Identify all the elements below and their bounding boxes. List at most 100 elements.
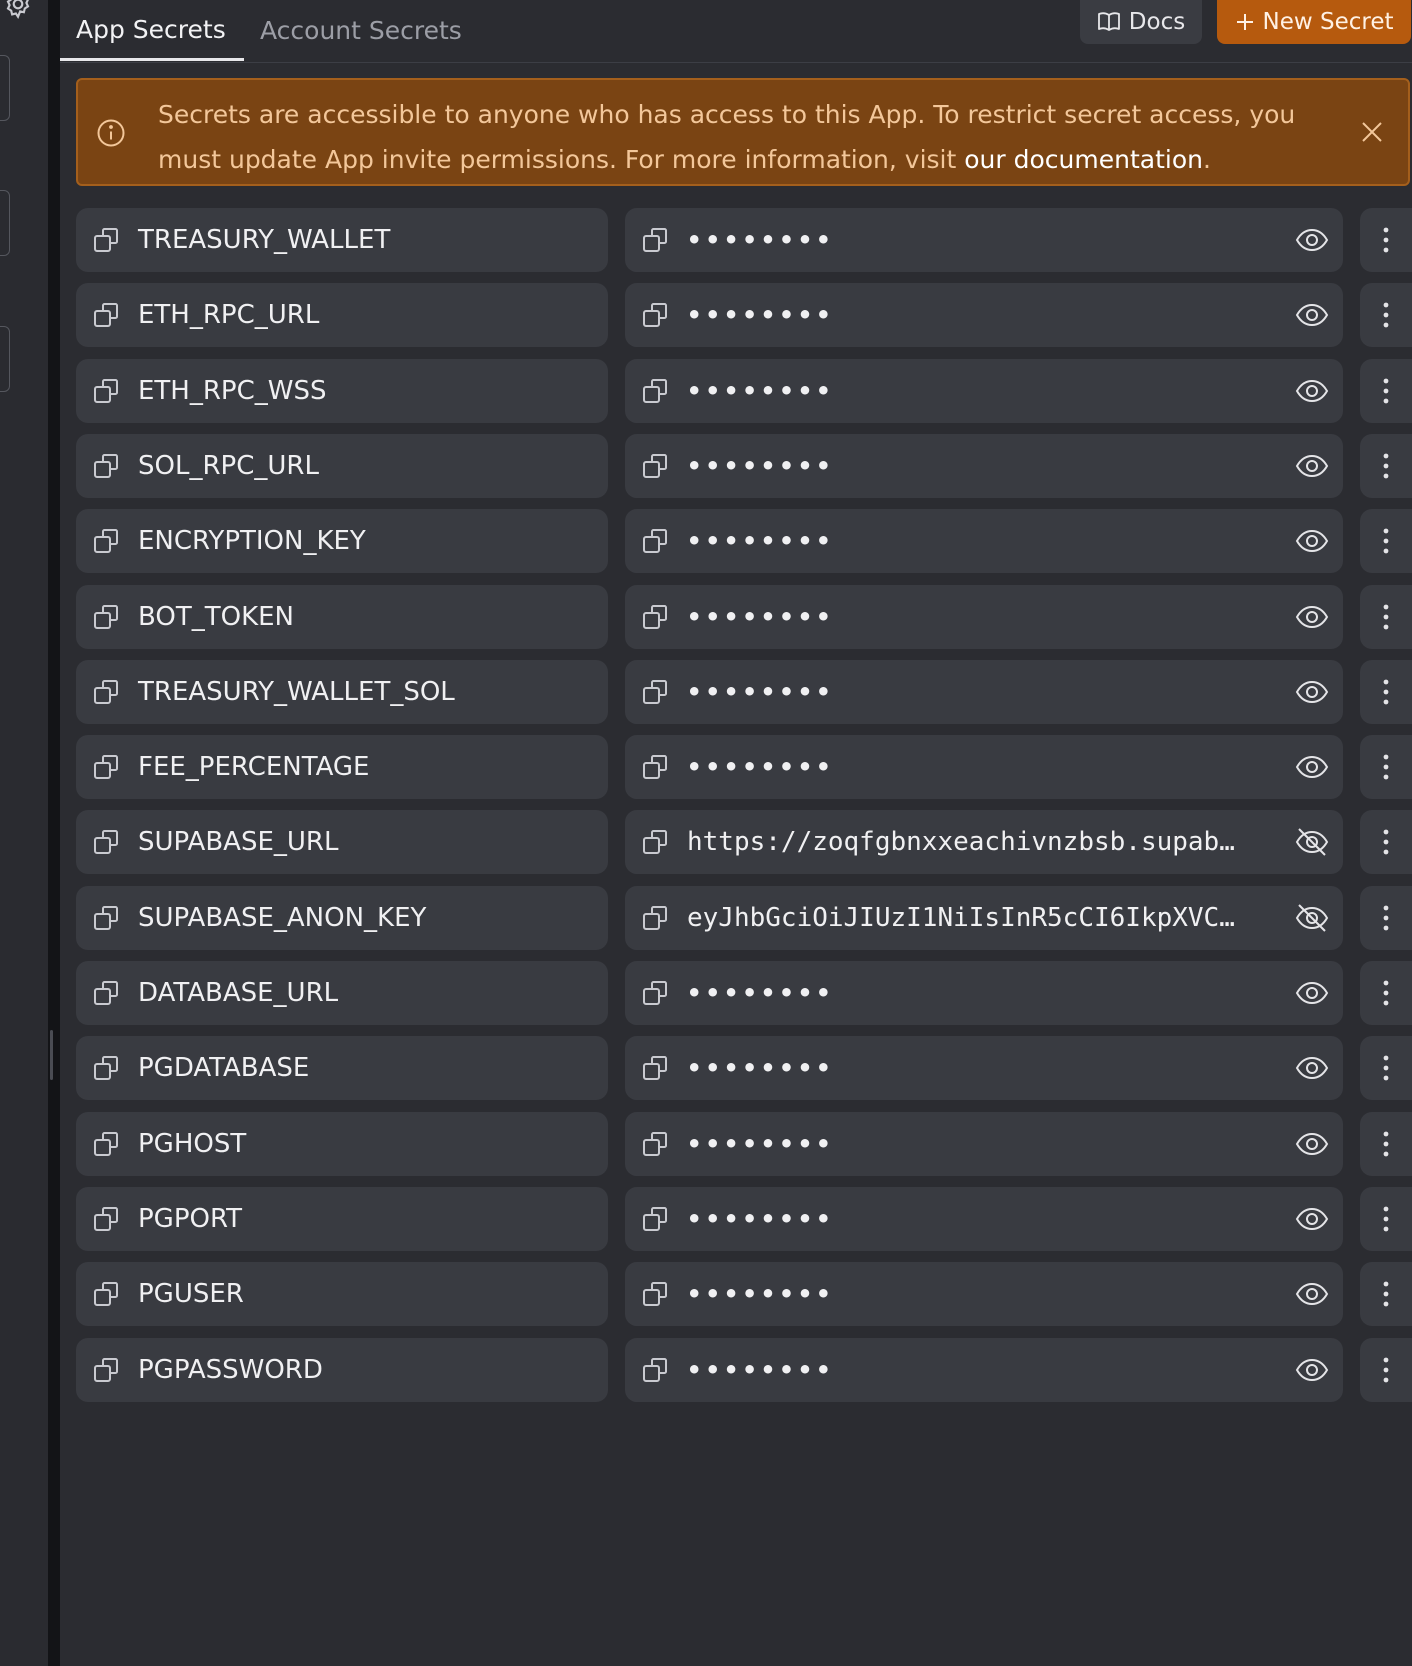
eye-icon[interactable] xyxy=(1295,1278,1329,1310)
secret-value-cell[interactable]: •••••••• xyxy=(625,660,1343,724)
row-menu-button[interactable] xyxy=(1360,509,1412,573)
copy-icon[interactable] xyxy=(92,1355,122,1385)
eye-icon[interactable] xyxy=(1295,977,1329,1009)
copy-icon[interactable] xyxy=(92,451,122,481)
secret-value-cell[interactable]: •••••••• xyxy=(625,208,1343,272)
copy-icon[interactable] xyxy=(92,300,122,330)
copy-icon[interactable] xyxy=(92,376,122,406)
secret-name-cell[interactable]: FEE_PERCENTAGE xyxy=(76,735,608,799)
secret-name-cell[interactable]: SOL_RPC_URL xyxy=(76,434,608,498)
secret-name-cell[interactable]: ENCRYPTION_KEY xyxy=(76,509,608,573)
gear-icon[interactable] xyxy=(2,0,34,20)
row-menu-button[interactable] xyxy=(1360,1187,1412,1251)
new-secret-button[interactable]: New Secret xyxy=(1217,0,1411,44)
close-icon[interactable] xyxy=(1360,120,1384,144)
copy-icon[interactable] xyxy=(92,827,122,857)
secret-value-cell[interactable]: https://zoqfgbnxxeachivnzbsb.supab… xyxy=(625,810,1343,874)
secret-value-cell[interactable]: •••••••• xyxy=(625,585,1343,649)
eye-icon[interactable] xyxy=(1295,676,1329,708)
secret-value-cell[interactable]: eyJhbGciOiJIUzI1NiIsInR5cCI6IkpXVC… xyxy=(625,886,1343,950)
secret-value-cell[interactable]: •••••••• xyxy=(625,1187,1343,1251)
copy-icon[interactable] xyxy=(92,752,122,782)
copy-icon[interactable] xyxy=(92,677,122,707)
copy-icon[interactable] xyxy=(92,1129,122,1159)
eye-icon[interactable] xyxy=(1295,1128,1329,1160)
eye-icon[interactable] xyxy=(1295,1354,1329,1386)
tab-app-secrets[interactable]: App Secrets xyxy=(60,0,244,61)
secret-name-cell[interactable]: ETH_RPC_WSS xyxy=(76,359,608,423)
eye-icon[interactable] xyxy=(1295,525,1329,557)
secret-value-cell[interactable]: •••••••• xyxy=(625,283,1343,347)
secret-name-cell[interactable]: TREASURY_WALLET_SOL xyxy=(76,660,608,724)
copy-icon[interactable] xyxy=(641,300,671,330)
documentation-link[interactable]: our documentation xyxy=(964,145,1203,174)
secret-value-cell[interactable]: •••••••• xyxy=(625,1338,1343,1402)
row-menu-button[interactable] xyxy=(1360,961,1412,1025)
copy-icon[interactable] xyxy=(641,1355,671,1385)
row-menu-button[interactable] xyxy=(1360,1112,1412,1176)
secret-name-cell[interactable]: BOT_TOKEN xyxy=(76,585,608,649)
copy-icon[interactable] xyxy=(641,903,671,933)
row-menu-button[interactable] xyxy=(1360,359,1412,423)
docs-button[interactable]: Docs xyxy=(1080,0,1202,44)
copy-icon[interactable] xyxy=(641,602,671,632)
secret-name-cell[interactable]: PGHOST xyxy=(76,1112,608,1176)
rail-item[interactable] xyxy=(0,190,10,256)
row-menu-button[interactable] xyxy=(1360,660,1412,724)
eye-icon[interactable] xyxy=(1295,375,1329,407)
secret-value-cell[interactable]: •••••••• xyxy=(625,1036,1343,1100)
row-menu-button[interactable] xyxy=(1360,208,1412,272)
secret-name-cell[interactable]: SUPABASE_URL xyxy=(76,810,608,874)
copy-icon[interactable] xyxy=(92,1053,122,1083)
eye-icon[interactable] xyxy=(1295,1203,1329,1235)
secret-name-cell[interactable]: PGUSER xyxy=(76,1262,608,1326)
secret-name-cell[interactable]: PGPORT xyxy=(76,1187,608,1251)
row-menu-button[interactable] xyxy=(1360,1338,1412,1402)
copy-icon[interactable] xyxy=(641,1053,671,1083)
eye-icon[interactable] xyxy=(1295,601,1329,633)
rail-item[interactable] xyxy=(0,326,10,392)
row-menu-button[interactable] xyxy=(1360,585,1412,649)
row-menu-button[interactable] xyxy=(1360,434,1412,498)
copy-icon[interactable] xyxy=(92,526,122,556)
copy-icon[interactable] xyxy=(92,903,122,933)
copy-icon[interactable] xyxy=(641,677,671,707)
copy-icon[interactable] xyxy=(641,1204,671,1234)
eye-icon[interactable] xyxy=(1295,299,1329,331)
row-menu-button[interactable] xyxy=(1360,283,1412,347)
rail-item[interactable] xyxy=(0,55,10,121)
secret-value-cell[interactable]: •••••••• xyxy=(625,735,1343,799)
eye-off-icon[interactable] xyxy=(1295,826,1329,858)
row-menu-button[interactable] xyxy=(1360,1036,1412,1100)
copy-icon[interactable] xyxy=(92,1204,122,1234)
secret-value-cell[interactable]: •••••••• xyxy=(625,359,1343,423)
secret-value-cell[interactable]: •••••••• xyxy=(625,1262,1343,1326)
row-menu-button[interactable] xyxy=(1360,810,1412,874)
eye-icon[interactable] xyxy=(1295,751,1329,783)
copy-icon[interactable] xyxy=(641,526,671,556)
eye-off-icon[interactable] xyxy=(1295,902,1329,934)
eye-icon[interactable] xyxy=(1295,224,1329,256)
row-menu-button[interactable] xyxy=(1360,1262,1412,1326)
secret-value-cell[interactable]: •••••••• xyxy=(625,1112,1343,1176)
tab-account-secrets[interactable]: Account Secrets xyxy=(244,0,478,60)
copy-icon[interactable] xyxy=(641,752,671,782)
secret-name-cell[interactable]: TREASURY_WALLET xyxy=(76,208,608,272)
secret-name-cell[interactable]: SUPABASE_ANON_KEY xyxy=(76,886,608,950)
eye-icon[interactable] xyxy=(1295,1052,1329,1084)
secret-name-cell[interactable]: PGDATABASE xyxy=(76,1036,608,1100)
secret-value-cell[interactable]: •••••••• xyxy=(625,434,1343,498)
row-menu-button[interactable] xyxy=(1360,735,1412,799)
copy-icon[interactable] xyxy=(641,451,671,481)
copy-icon[interactable] xyxy=(641,1129,671,1159)
resize-handle[interactable] xyxy=(50,1030,53,1080)
copy-icon[interactable] xyxy=(92,602,122,632)
copy-icon[interactable] xyxy=(641,225,671,255)
copy-icon[interactable] xyxy=(92,1279,122,1309)
secret-name-cell[interactable]: DATABASE_URL xyxy=(76,961,608,1025)
eye-icon[interactable] xyxy=(1295,450,1329,482)
copy-icon[interactable] xyxy=(641,376,671,406)
secret-name-cell[interactable]: PGPASSWORD xyxy=(76,1338,608,1402)
copy-icon[interactable] xyxy=(641,978,671,1008)
row-menu-button[interactable] xyxy=(1360,886,1412,950)
